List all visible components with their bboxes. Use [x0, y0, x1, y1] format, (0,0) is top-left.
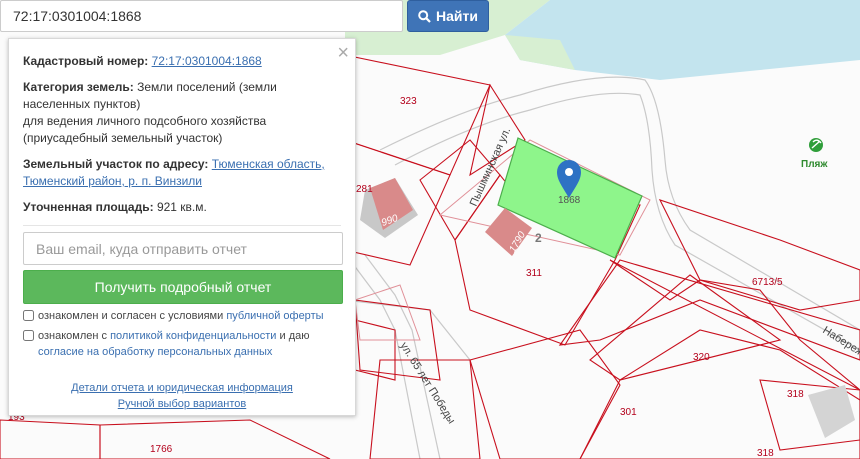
offer-link[interactable]: публичной оферты — [226, 310, 323, 322]
beach-icon[interactable] — [809, 138, 823, 152]
cadastral-number-link[interactable]: 72:17:0301004:1868 — [152, 54, 262, 68]
privacy-text: ознакомлен с политикой конфиденциальност… — [38, 330, 310, 358]
poi-label: Пляж — [801, 159, 828, 170]
category-value: Земли поселений (земли — [137, 80, 277, 94]
search-icon — [418, 9, 431, 23]
category-row: Категория земель: Земли поселений (земли… — [23, 79, 341, 147]
close-icon[interactable]: × — [337, 43, 349, 63]
privacy-checkbox[interactable] — [23, 330, 34, 341]
parcel-number: 301 — [620, 407, 637, 418]
area-label: Уточненная площадь: — [23, 200, 154, 214]
category-value: для ведения личного подсобного хозяйства — [23, 114, 267, 128]
address-label: Земельный участок по адресу: — [23, 157, 209, 171]
terms-checkbox[interactable] — [23, 310, 34, 321]
terms-text: ознакомлен и согласен с условиями публич… — [38, 310, 324, 322]
email-field[interactable] — [23, 232, 343, 265]
get-report-button[interactable]: Получить подробный отчет — [23, 270, 343, 304]
search-input[interactable] — [0, 0, 403, 32]
parcel-number: 1766 — [150, 444, 173, 455]
parcel-number: 323 — [400, 96, 417, 107]
report-details-link[interactable]: Детали отчета и юридическая информация — [23, 380, 341, 396]
privacy-policy-link[interactable]: политикой конфиденциальности — [110, 330, 276, 342]
parcel-number: 6713/5 — [752, 277, 783, 288]
address-link[interactable]: Тюменский район, р. п. Винзили — [23, 174, 202, 188]
privacy-checkbox-row: ознакомлен с политикой конфиденциальност… — [23, 328, 341, 360]
search-button-label: Найти — [436, 8, 478, 24]
area-row: Уточненная площадь: 921 кв.м. — [23, 199, 341, 216]
address-row: Земельный участок по адресу: Тюменская о… — [23, 156, 341, 190]
panel-footer: Детали отчета и юридическая информация Р… — [23, 380, 341, 412]
parcel-number: 320 — [693, 352, 710, 363]
category-value: (приусадебный земельный участок) — [23, 131, 223, 145]
cadastral-label: Кадастровый номер: — [23, 54, 149, 68]
area-value: 921 кв.м. — [156, 200, 207, 214]
parcel-number: 281 — [356, 184, 373, 195]
cadastral-row: Кадастровый номер: 72:17:0301004:1868 — [23, 53, 341, 70]
search-button[interactable]: Найти — [407, 0, 489, 32]
manual-selection-link[interactable]: Ручной выбор вариантов — [23, 396, 341, 412]
parcel-number: 318 — [757, 448, 774, 459]
address-link[interactable]: Тюменская область, — [212, 157, 325, 171]
category-label: Категория земель: — [23, 80, 134, 94]
category-value: населенных пунктов) — [23, 97, 141, 111]
consent-link[interactable]: согласие на обработку персональных данны… — [38, 346, 272, 358]
terms-checkbox-row: ознакомлен и согласен с условиями публич… — [23, 308, 341, 324]
parcel-info-panel: × Кадастровый номер: 72:17:0301004:1868 … — [8, 38, 356, 416]
parcel-number: 2 — [535, 231, 542, 245]
divider — [23, 225, 341, 226]
parcel-number: 311 — [526, 268, 542, 279]
parcel-number: 318 — [787, 389, 804, 400]
